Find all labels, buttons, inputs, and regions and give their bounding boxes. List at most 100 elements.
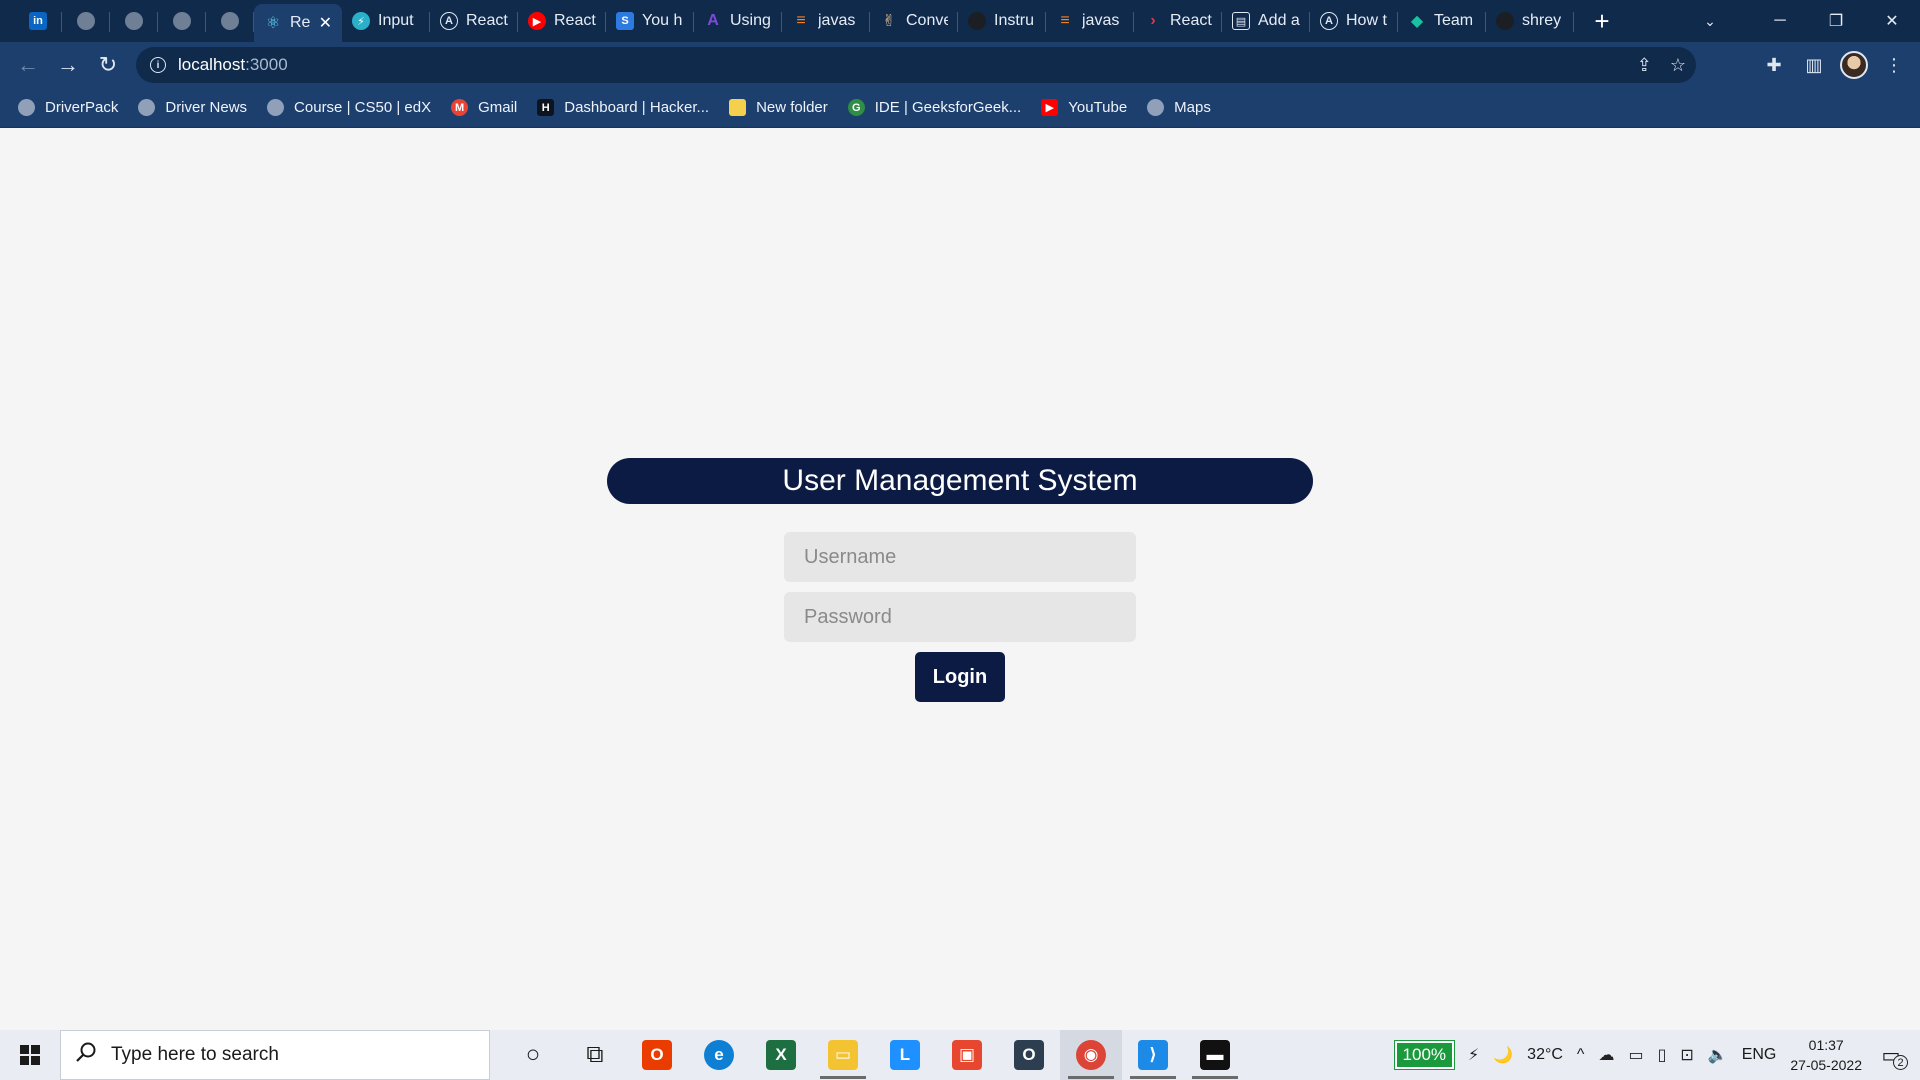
tab[interactable]: ▶ React [518,0,606,42]
search-icon [75,1041,97,1069]
tab[interactable]: S You h [606,0,694,42]
site-info-icon[interactable]: i [150,57,166,73]
chevron-red-icon: › [1150,12,1156,29]
tab-label: javas [818,12,856,29]
bookmark-item[interactable]: G IDE | GeeksforGeek... [847,99,1021,116]
bookmark-label: Maps [1174,99,1211,116]
bookmark-item[interactable]: H Dashboard | Hacker... [537,99,709,116]
plug-icon: ⚡ [1468,1047,1480,1064]
bookmark-star-icon[interactable]: ☆ [1670,55,1686,76]
tab[interactable]: Instru [958,0,1046,42]
onedrive-cloud-icon[interactable]: ☁ [1598,1045,1614,1065]
taskbar-app[interactable]: ▭ [812,1030,874,1080]
battery-percent-badge[interactable]: 100% [1393,1040,1456,1070]
task-view-icon: ⧉ [586,1041,604,1068]
tab[interactable]: ≡ javas [1046,0,1134,42]
login-button[interactable]: Login [915,652,1005,702]
bookmark-item[interactable]: Course | CS50 | edX [267,99,431,116]
notification-count: 2 [1893,1055,1908,1070]
device-icon[interactable]: ▯ [1658,1045,1667,1065]
taskbar-app[interactable]: ○ [502,1030,564,1080]
tab[interactable]: ◆ Team [1398,0,1486,42]
tab[interactable]: ⚡ Input [342,0,430,42]
cortana-icon: ○ [525,1041,541,1068]
stackoverflow-icon: ≡ [1060,12,1070,29]
bookmark-item[interactable]: ▶ YouTube [1041,99,1127,116]
taskbar-app[interactable]: ▣ [936,1030,998,1080]
peace-hand-icon: ✌ [882,13,896,30]
tab-label: React [1170,12,1212,29]
network-icon[interactable]: ▭ [1628,1045,1643,1065]
taskbar-app[interactable]: O [626,1030,688,1080]
tray-overflow-chevron-icon[interactable]: ^ [1577,1046,1585,1064]
taskbar-app[interactable]: L [874,1030,936,1080]
tab[interactable]: A React [430,0,518,42]
s-logo-icon: S [616,12,634,30]
tab[interactable] [206,0,254,42]
reload-button[interactable]: ↻ [88,45,128,85]
taskbar-search-box[interactable]: Type here to search [60,1030,490,1080]
profile-avatar[interactable] [1840,51,1868,79]
close-tab-icon[interactable]: ✕ [319,13,332,33]
new-tab-button[interactable]: + [1582,0,1622,42]
bookmark-label: DriverPack [45,99,119,116]
bookmark-item[interactable]: M Gmail [451,99,517,116]
password-input[interactable] [784,592,1136,642]
tab-active[interactable]: ⚛ Re ✕ [254,4,342,42]
tab[interactable]: ▤ Add a [1222,0,1310,42]
weather-moon-icon[interactable]: 🌙 [1493,1045,1513,1065]
tab[interactable]: A Using [694,0,782,42]
app-title-banner: User Management System [607,458,1313,504]
address-bar[interactable]: i localhost:3000 ⇪ ☆ [136,47,1696,83]
taskbar-app[interactable]: ⟩ [1122,1030,1184,1080]
tab[interactable]: › React [1134,0,1222,42]
wifi-icon[interactable]: ⊡ [1680,1045,1693,1065]
tab[interactable]: shrey [1486,0,1574,42]
bookmark-label: Dashboard | Hacker... [564,99,710,116]
forward-button[interactable]: → [48,45,88,85]
hackerrank-icon: H [537,99,555,116]
bookmark-item[interactable]: New folder [729,99,828,116]
volume-icon[interactable]: 🔈 [1708,1045,1728,1065]
tab-separator [1573,12,1574,32]
minimize-button[interactable]: ─ [1752,0,1808,42]
youtube-icon: ▶ [1041,99,1059,116]
back-button[interactable]: ← [8,45,48,85]
close-window-button[interactable]: ✕ [1864,0,1920,42]
taskbar-app[interactable]: ⧉ [564,1030,626,1080]
restore-button[interactable]: ❐ [1808,0,1864,42]
tab[interactable]: in [14,0,62,42]
start-button[interactable] [0,1030,60,1080]
taskbar-app[interactable]: ▬ [1184,1030,1246,1080]
extensions-icon[interactable]: ✚ [1760,51,1788,79]
taskbar-app[interactable]: e [688,1030,750,1080]
tab[interactable] [62,0,110,42]
tab[interactable]: A How t [1310,0,1398,42]
tab-label: Conve [906,12,948,29]
tab-search-button[interactable]: ⌄ [1690,0,1730,42]
stackoverflow-icon: ≡ [796,12,806,29]
taskbar-app[interactable]: X [750,1030,812,1080]
bookmark-item[interactable]: Driver News [138,99,247,116]
bookmark-item[interactable]: DriverPack [18,99,118,116]
side-panel-icon[interactable]: ▥ [1800,51,1828,79]
terminal-icon: ▬ [1200,1040,1230,1070]
tab[interactable] [110,0,158,42]
youtube-icon: ▶ [528,12,546,30]
diamond-icon: ◆ [1410,13,1424,30]
bookmark-item[interactable]: Maps [1147,99,1211,116]
weather-temperature[interactable]: 32°C [1527,1046,1563,1064]
taskbar-app[interactable]: O [998,1030,1060,1080]
share-icon[interactable]: ⇪ [1637,55,1652,76]
username-input[interactable] [784,532,1136,582]
taskbar-app[interactable]: ◉ [1060,1030,1122,1080]
tab[interactable]: ≡ javas [782,0,870,42]
tab[interactable] [158,0,206,42]
input-language[interactable]: ENG [1742,1046,1777,1064]
tab[interactable]: ✌ Conve [870,0,958,42]
browser-menu-icon[interactable]: ⋮ [1880,51,1908,79]
tab-label: Add a [1258,12,1300,29]
notifications-button[interactable]: ▭ 2 [1876,1040,1908,1070]
tab-label: Instru [994,12,1035,29]
clock[interactable]: 01:37 27-05-2022 [1790,1035,1862,1075]
